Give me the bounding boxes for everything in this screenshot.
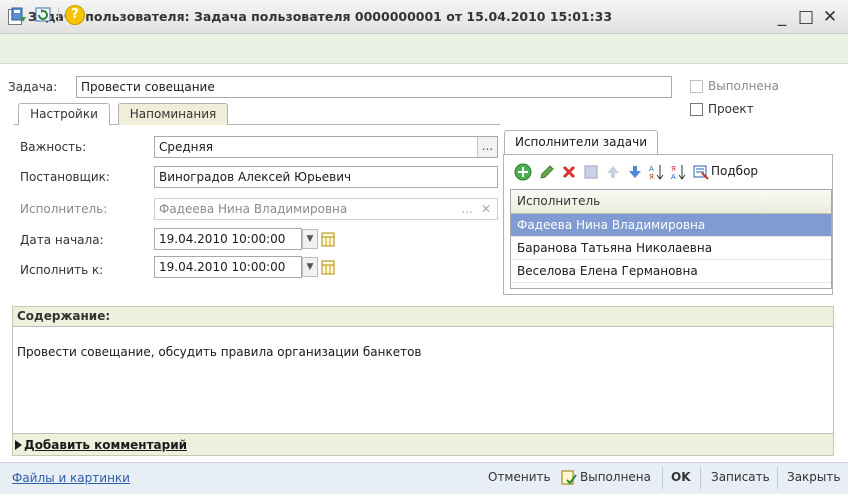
done-checkbox-label: Выполнена <box>708 79 779 93</box>
table-row[interactable]: Фадеева Нина Владимировна <box>511 214 831 237</box>
importance-field[interactable]: Средняя ... <box>154 136 498 158</box>
add-comment-link[interactable]: Добавить комментарий <box>24 438 187 452</box>
help-icon[interactable]: ? <box>65 5 85 25</box>
start-date-input[interactable]: 19.04.2010 10:00:00 <box>154 228 302 250</box>
bottom-separator <box>777 467 778 489</box>
pick-icon[interactable] <box>692 163 710 181</box>
tab-executors[interactable]: Исполнители задачи <box>504 130 658 154</box>
bottom-separator <box>662 467 663 489</box>
sort-descending-icon[interactable]: Я А <box>670 163 688 181</box>
assigner-label: Постановщик: <box>20 170 110 184</box>
close-button[interactable]: ✕ <box>820 7 840 27</box>
table-row[interactable]: Веселова Елена Германовна <box>511 260 831 283</box>
done-checkbox <box>690 80 703 93</box>
sort-ascending-icon[interactable]: А Я <box>648 163 666 181</box>
assigner-field[interactable]: Виноградов Алексей Юрьевич <box>154 166 498 188</box>
importance-select-button[interactable]: ... <box>477 137 497 157</box>
executor-value: Фадеева Нина Владимировна <box>159 202 348 216</box>
executor-label: Исполнитель: <box>20 202 108 216</box>
due-date-label: Исполнить к: <box>20 263 104 277</box>
importance-label: Важность: <box>20 140 87 154</box>
content-header: Содержание: <box>12 306 834 326</box>
executor-select-button: ... <box>461 202 473 216</box>
close-form-button[interactable]: Закрыть <box>787 470 840 484</box>
importance-value: Средняя <box>159 140 213 154</box>
move-down-icon[interactable] <box>626 163 644 181</box>
tab-settings[interactable]: Настройки <box>18 103 110 125</box>
due-date-dropdown-icon[interactable]: ▼ <box>302 257 318 277</box>
save-button[interactable]: Записать <box>711 470 770 484</box>
bottom-separator <box>700 467 701 489</box>
delete-icon[interactable] <box>560 163 578 181</box>
svg-text:А: А <box>671 173 676 181</box>
svg-text:А: А <box>649 165 654 173</box>
content-textarea[interactable]: Провести совещание, обсудить правила орг… <box>12 326 834 434</box>
svg-text:Я: Я <box>649 173 654 181</box>
pick-button[interactable]: Подбор <box>711 164 758 178</box>
add-icon[interactable] <box>514 163 532 181</box>
tab-reminders[interactable]: Напоминания <box>118 103 228 125</box>
task-input[interactable]: Провести совещание <box>76 76 672 98</box>
due-date-input[interactable]: 19.04.2010 10:00:00 <box>154 256 302 278</box>
start-date-dropdown-icon[interactable]: ▼ <box>302 229 318 249</box>
due-date-calendar-icon[interactable] <box>321 259 335 275</box>
table-row[interactable]: Баранова Татьяна Николаевна <box>511 237 831 260</box>
toolbar-separator <box>58 7 59 23</box>
project-checkbox-label: Проект <box>708 102 754 116</box>
toolbar <box>0 34 848 64</box>
executor-field: Фадеева Нина Владимировна ... ✕ <box>154 198 498 220</box>
cancel-button[interactable]: Отменить <box>488 470 551 484</box>
complete-task-icon[interactable] <box>560 469 578 487</box>
expand-triangle-icon[interactable] <box>15 440 22 450</box>
task-label: Задача: <box>8 80 58 94</box>
svg-text:Я: Я <box>671 165 676 173</box>
move-up-icon <box>607 166 619 178</box>
refresh-icon[interactable] <box>34 6 52 24</box>
start-date-calendar-icon[interactable] <box>321 231 335 247</box>
column-header-executor[interactable]: Исполнитель <box>511 190 831 214</box>
minimize-button[interactable]: _ <box>772 7 792 27</box>
end-edit-icon <box>584 165 598 179</box>
project-checkbox[interactable] <box>690 103 703 116</box>
ok-button[interactable]: OK <box>671 470 691 484</box>
executors-table: Исполнитель Фадеева Нина Владимировна Ба… <box>510 189 832 289</box>
start-date-label: Дата начала: <box>20 233 104 247</box>
executor-clear-icon: ✕ <box>480 202 491 216</box>
window-title: Задача пользователя: Задача пользователя… <box>28 9 613 24</box>
edit-pencil-icon[interactable] <box>538 163 556 181</box>
save-post-icon[interactable] <box>10 6 28 24</box>
complete-button[interactable]: Выполнена <box>580 470 651 484</box>
maximize-button[interactable]: □ <box>796 7 816 27</box>
files-and-pictures-link[interactable]: Файлы и картинки <box>12 471 130 485</box>
